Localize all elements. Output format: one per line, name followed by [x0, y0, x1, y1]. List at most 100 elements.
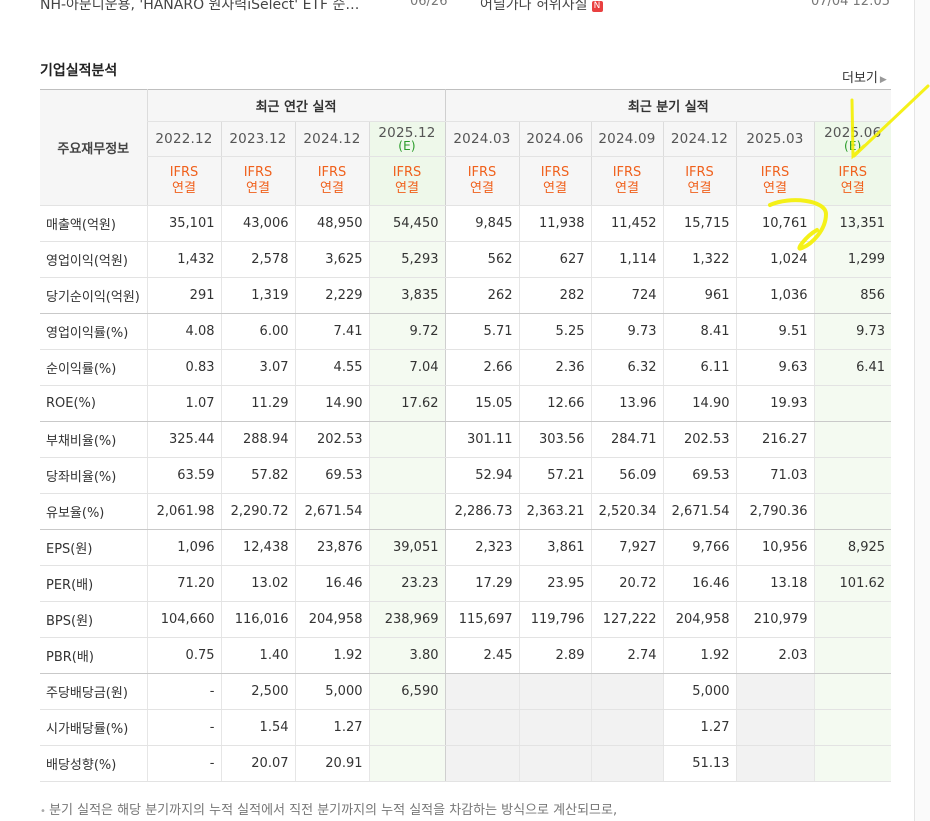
- row-label: 시가배당률(%): [40, 709, 147, 746]
- table-cell: 6.32: [590, 349, 663, 386]
- table-cell: 1,319: [220, 277, 295, 314]
- ifrs-label: IFRS: [169, 165, 199, 180]
- table-cell: 1.07: [146, 385, 221, 422]
- table-cell: 5,000: [662, 673, 736, 710]
- news-time: 07/04 12:05: [810, 0, 890, 9]
- table-cell: [518, 709, 591, 746]
- table-cell: 0.75: [146, 637, 221, 674]
- table-cell: 51.13: [662, 745, 736, 782]
- table-cell: [368, 457, 445, 494]
- news-title[interactable]: NH-아문디운용, 'HANARO 원자력iSelect' ETF 순…: [40, 0, 385, 14]
- ifrs-header: IFRS 연결: [220, 156, 295, 206]
- table-cell: 54,450: [368, 205, 445, 242]
- period-header: 2024.12: [294, 121, 369, 157]
- table-cell: 216.27: [735, 421, 814, 458]
- table-cell: 724: [590, 277, 663, 314]
- table-cell: 7,927: [590, 529, 663, 566]
- table-cell: 2.66: [444, 349, 519, 386]
- table-cell: [735, 673, 814, 710]
- table-cell: 2.74: [590, 637, 663, 674]
- basis-label: 연결: [246, 181, 270, 196]
- news-row[interactable]: NH-아문디운용, 'HANARO 원자력iSelect' ETF 순… 06/…: [40, 0, 890, 14]
- table-cell: 14.90: [294, 385, 369, 422]
- table-cell: 11.29: [220, 385, 295, 422]
- table-row: BPS(원) 104,660 116,016 204,958 238,969 115,69…: [40, 601, 892, 638]
- row-label: 매출액(억원): [40, 205, 147, 242]
- period-header: 2023.12: [220, 121, 295, 157]
- table-cell: 2,500: [220, 673, 295, 710]
- table-cell: 6.41: [813, 349, 892, 386]
- table-row: PBR(배) 0.75 1.40 1.92 3.80 2.45 2.89 2.74 1.92 2.…: [40, 637, 892, 674]
- ifrs-header: IFRS 연결: [444, 156, 519, 206]
- table-cell: 8.41: [662, 313, 736, 350]
- ifrs-header: IFRS 연결: [662, 156, 736, 206]
- table-cell: 116,016: [220, 601, 295, 638]
- table-cell: 2.36: [518, 349, 591, 386]
- table-cell: 2,290.72: [220, 493, 295, 530]
- table-cell: [813, 745, 892, 782]
- table-cell: 282: [518, 277, 591, 314]
- table-cell: 2,323: [444, 529, 519, 566]
- table-cell: 20.91: [294, 745, 369, 782]
- ifrs-label: IFRS: [685, 165, 714, 180]
- table-cell: 210,979: [735, 601, 814, 638]
- table-cell: [813, 601, 892, 638]
- period-header: 2024.09: [590, 121, 663, 157]
- table-cell: 4.08: [146, 313, 221, 350]
- period-label: 2024.09: [598, 131, 656, 147]
- basis-label: 연결: [172, 181, 196, 196]
- table-cell: 2,061.98: [146, 493, 221, 530]
- table-cell: [735, 745, 814, 782]
- table-cell: 284.71: [590, 421, 663, 458]
- table-cell: 262: [444, 277, 519, 314]
- table-cell: [368, 421, 445, 458]
- table-cell: 1.92: [662, 637, 736, 674]
- row-label: 유보율(%): [40, 493, 147, 530]
- ifrs-label: IFRS: [243, 165, 273, 180]
- table-cell: 20.07: [220, 745, 295, 782]
- basis-label: 연결: [687, 181, 712, 196]
- table-cell: 3.07: [220, 349, 295, 386]
- table-cell: 52.94: [444, 457, 519, 494]
- basis-label: 연결: [395, 181, 419, 196]
- ifrs-label: IFRS: [838, 165, 868, 180]
- table-cell: 63.59: [146, 457, 221, 494]
- table-cell: 10,956: [735, 529, 814, 566]
- period-header: 2024.03: [444, 121, 519, 157]
- news-date: 06/26: [410, 0, 448, 9]
- table-cell: 9.72: [368, 313, 445, 350]
- table-cell: 2,790.36: [735, 493, 814, 530]
- period-header: 2025.12 (E): [368, 121, 445, 157]
- annual-group-header: 최근 연간 실적: [146, 89, 445, 122]
- period-header: 2022.12: [146, 121, 221, 157]
- more-label: 더보기: [842, 71, 878, 86]
- table-cell: 1.92: [294, 637, 369, 674]
- table-cell: 104,660: [146, 601, 221, 638]
- table-cell: [590, 709, 663, 746]
- table-cell: 1,096: [146, 529, 221, 566]
- table-cell: [368, 745, 445, 782]
- table-cell: 127,222: [590, 601, 663, 638]
- row-label: EPS(원): [40, 529, 147, 566]
- table-cell: 43,006: [220, 205, 295, 242]
- table-row: 부채비율(%) 325.44 288.94 202.53 301.11 303.56 284…: [40, 421, 892, 458]
- row-label: 부채비율(%): [40, 421, 147, 458]
- period-label: 2022.12: [155, 131, 213, 147]
- table-cell: [735, 709, 814, 746]
- table-row: 주당배당금(원) -2,500 5,000 6,590 5,000: [40, 673, 892, 710]
- table-cell: 238,969: [368, 601, 445, 638]
- more-button[interactable]: 더보기 ▶: [842, 67, 887, 86]
- table-cell: 2,578: [220, 241, 295, 278]
- table-cell: 16.46: [294, 565, 369, 602]
- table-cell: 1,036: [735, 277, 814, 314]
- row-label: 당좌비율(%): [40, 457, 147, 494]
- table-cell: 3,835: [368, 277, 445, 314]
- table-row: PER(배) 71.20 13.02 16.46 23.23 17.29 23.95 20.7…: [40, 565, 892, 602]
- period-header: 2025.03: [735, 121, 814, 157]
- table-cell: 35,101: [146, 205, 221, 242]
- table-row: 배당성향(%) -20.07 20.91 51.13: [40, 745, 892, 782]
- table-cell: 202.53: [294, 421, 369, 458]
- chevron-right-icon: ▶: [879, 75, 887, 85]
- table-cell: 119,796: [518, 601, 591, 638]
- table-cell: 13.96: [590, 385, 663, 422]
